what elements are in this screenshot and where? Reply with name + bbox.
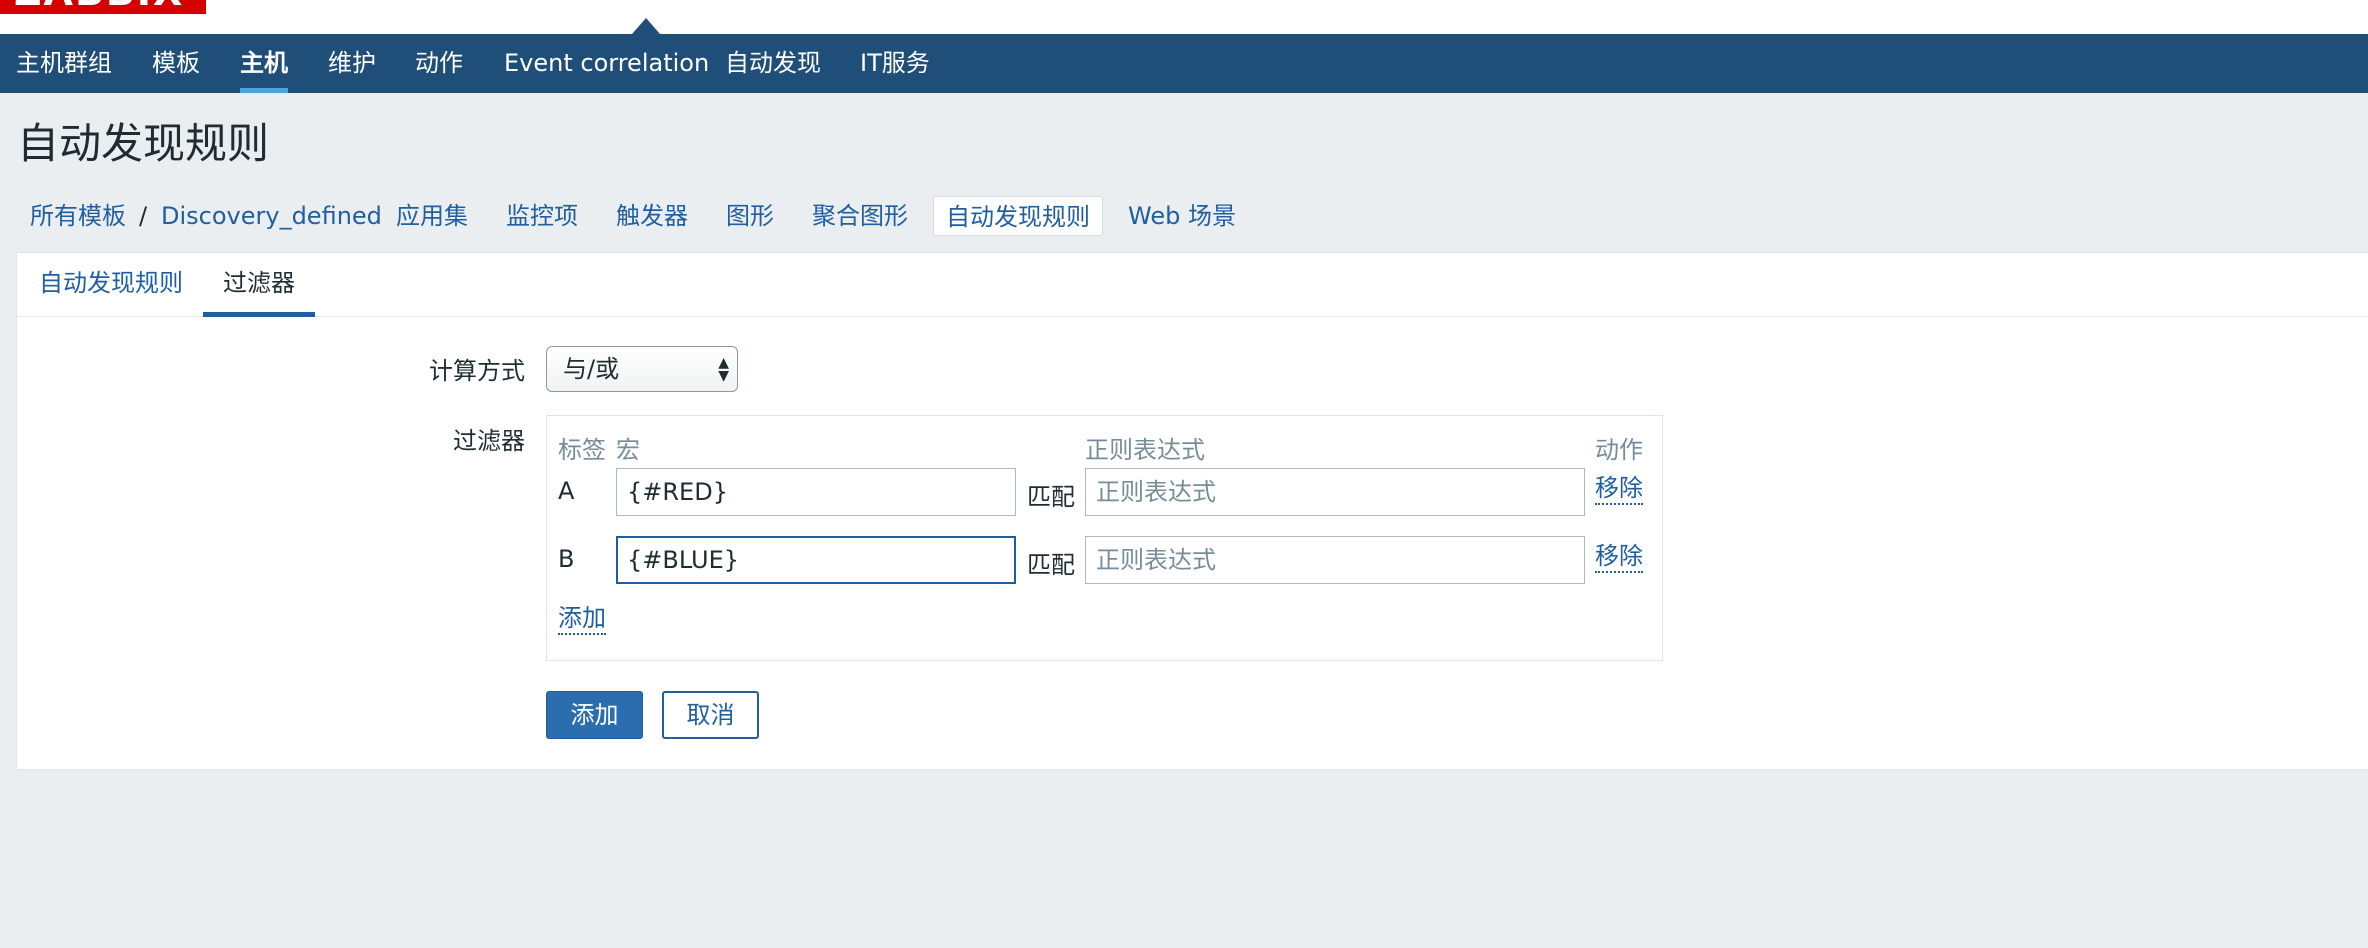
remove-button-b[interactable]: 移除 bbox=[1595, 541, 1643, 573]
row-label-b: B bbox=[558, 545, 575, 573]
breadcrumb-all-templates[interactable]: 所有模板 bbox=[30, 196, 126, 236]
calc-type-select[interactable]: 与/或 ▲ ▼ bbox=[546, 346, 738, 392]
link-applications[interactable]: 应用集 bbox=[396, 196, 468, 236]
regex-input-b[interactable]: 正则表达式 bbox=[1085, 536, 1585, 584]
zabbix-logo[interactable]: ZABBIX bbox=[0, 0, 206, 14]
top-header: ZABBIX bbox=[0, 0, 2368, 34]
macro-input-b[interactable]: {#BLUE} bbox=[616, 536, 1016, 584]
link-items[interactable]: 监控项 bbox=[506, 196, 578, 236]
select-arrows-icon: ▲ ▼ bbox=[718, 355, 729, 384]
column-header-macro: 宏 bbox=[616, 436, 640, 464]
link-screens[interactable]: 聚合图形 bbox=[812, 196, 908, 236]
macro-input-a[interactable]: {#RED} bbox=[616, 468, 1016, 516]
match-label-a: 匹配 bbox=[1027, 483, 1075, 511]
column-header-action: 动作 bbox=[1595, 436, 1643, 464]
nav-item-maintenance[interactable]: 维护 bbox=[328, 34, 376, 93]
tab-discovery-rule[interactable]: 自动发现规则 bbox=[39, 253, 183, 316]
cancel-button[interactable]: 取消 bbox=[662, 691, 759, 739]
nav-item-event-correlation[interactable]: Event correlation bbox=[504, 34, 709, 93]
filters-label: 过滤器 bbox=[453, 427, 525, 455]
main-navbar: 主机群组 模板 主机 维护 动作 Event correlation 自动发现 … bbox=[0, 34, 2368, 93]
remove-button-a[interactable]: 移除 bbox=[1595, 473, 1643, 505]
nav-item-host-groups[interactable]: 主机群组 bbox=[16, 34, 112, 93]
active-menu-marker-icon bbox=[632, 18, 660, 34]
link-discovery-rules[interactable]: 自动发现规则 bbox=[933, 196, 1103, 236]
breadcrumb-template[interactable]: Discovery_defined bbox=[161, 196, 382, 236]
link-web-scenarios[interactable]: Web 场景 bbox=[1128, 196, 1236, 236]
link-graphs[interactable]: 图形 bbox=[726, 196, 774, 236]
nav-item-it-services[interactable]: IT服务 bbox=[860, 34, 930, 93]
add-button[interactable]: 添加 bbox=[546, 691, 643, 739]
nav-item-actions[interactable]: 动作 bbox=[415, 34, 463, 93]
column-header-label: 标签 bbox=[558, 436, 606, 464]
nav-item-discovery[interactable]: 自动发现 bbox=[725, 34, 821, 93]
match-label-b: 匹配 bbox=[1027, 551, 1075, 579]
link-triggers[interactable]: 触发器 bbox=[616, 196, 688, 236]
column-header-regex: 正则表达式 bbox=[1085, 436, 1205, 464]
filter-conditions-table: 标签 宏 正则表达式 动作 A {#RED} 匹配 正则表达式 移除 B {#B… bbox=[546, 415, 1663, 661]
row-label-a: A bbox=[558, 477, 575, 505]
add-condition-link[interactable]: 添加 bbox=[558, 603, 606, 635]
regex-input-a[interactable]: 正则表达式 bbox=[1085, 468, 1585, 516]
calc-type-value: 与/或 bbox=[563, 355, 620, 383]
tab-filters[interactable]: 过滤器 bbox=[203, 253, 315, 317]
nav-item-hosts[interactable]: 主机 bbox=[240, 34, 288, 93]
tab-bar: 自动发现规则 过滤器 bbox=[17, 253, 2368, 317]
breadcrumb-separator: / bbox=[139, 202, 148, 230]
form-panel: 自动发现规则 过滤器 计算方式 与/或 ▲ ▼ 过滤器 标签 宏 正则表达式 动作… bbox=[16, 252, 2368, 770]
nav-item-templates[interactable]: 模板 bbox=[152, 34, 200, 93]
calc-type-label: 计算方式 bbox=[429, 357, 525, 385]
page-title: 自动发现规则 bbox=[17, 119, 270, 168]
